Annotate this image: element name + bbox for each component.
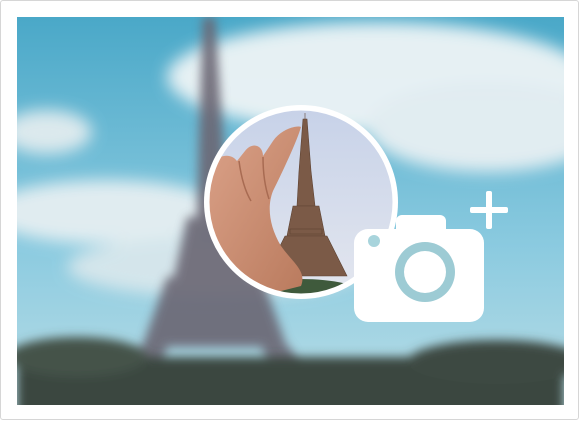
upload-photo-frame[interactable]	[0, 0, 579, 420]
blurred-eiffel-tower-image	[17, 17, 564, 405]
background-photo	[17, 17, 564, 405]
